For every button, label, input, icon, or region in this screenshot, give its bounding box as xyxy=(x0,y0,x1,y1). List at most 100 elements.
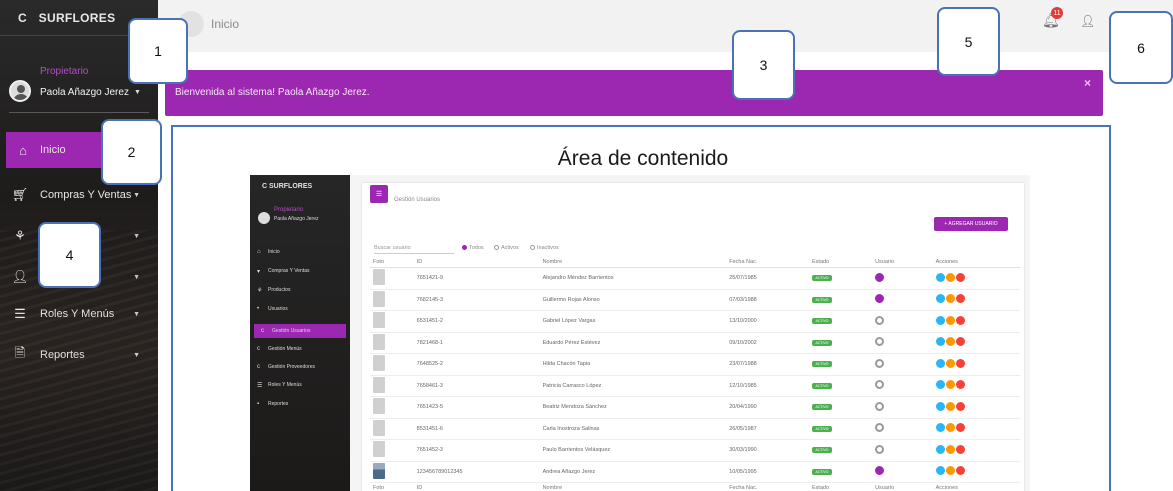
delete-icon[interactable] xyxy=(955,337,965,347)
preview-nav-item[interactable]: ☰ Roles Y Menús xyxy=(250,378,350,392)
preview-nav-item[interactable]: c Gestión Proveedores xyxy=(250,360,350,374)
user-menu-icon[interactable]: 👤︎ xyxy=(1080,14,1095,28)
preview-nav-label: Gestión Proveedores xyxy=(268,364,315,370)
filter-activos[interactable]: Activos xyxy=(494,245,519,251)
column-header[interactable]: Fecha Nac. xyxy=(726,257,809,268)
column-header[interactable]: Usuario xyxy=(872,257,933,268)
user-status-icon[interactable] xyxy=(875,466,885,476)
close-icon[interactable]: × xyxy=(1084,76,1091,90)
user-photo xyxy=(373,355,385,372)
cell-actions xyxy=(932,418,1020,440)
table-row: 7651452-3 Paulo Barrientos Velásquez 30/03… xyxy=(370,439,1020,462)
edit-icon[interactable] xyxy=(945,358,955,368)
edit-icon[interactable] xyxy=(945,315,955,325)
edit-icon[interactable] xyxy=(945,401,955,411)
view-icon[interactable] xyxy=(935,337,945,347)
cell-user xyxy=(872,267,933,290)
preview-nav-item[interactable]: ⚘ Productos xyxy=(250,283,350,297)
column-header[interactable]: Foto xyxy=(370,257,414,268)
delete-icon[interactable] xyxy=(955,272,965,282)
user-status-icon[interactable] xyxy=(875,315,885,325)
column-header[interactable]: ID xyxy=(413,257,540,268)
view-icon[interactable] xyxy=(935,466,945,476)
home-icon: ⌂ xyxy=(19,142,27,158)
edit-icon[interactable] xyxy=(945,294,955,304)
preview-nav-label: Productos xyxy=(268,287,291,293)
sidebar-item-reportes[interactable]: 🗎︎ Reportes ▼ xyxy=(0,337,158,373)
cell-user xyxy=(872,396,933,419)
view-icon[interactable] xyxy=(935,380,945,390)
search-input[interactable]: Buscar usuario xyxy=(374,245,454,254)
user-status-icon[interactable] xyxy=(875,380,885,390)
table-row: 8531451-6 Carla Inostroza Salinas 26/05/19… xyxy=(370,418,1020,440)
cell-photo xyxy=(370,439,414,462)
cell-actions xyxy=(932,353,1020,376)
cell-name: Gabriel López Vargas xyxy=(539,310,727,333)
delete-icon[interactable] xyxy=(955,423,965,433)
cell-name: Andrea Añazgo Jerez xyxy=(539,461,727,483)
cell-state: ACTIVO xyxy=(809,375,873,397)
delete-icon[interactable] xyxy=(955,358,965,368)
cell-photo xyxy=(370,353,414,376)
user-status-icon[interactable] xyxy=(875,294,885,304)
sidebar-item-label: Reportes xyxy=(40,349,85,361)
edit-icon[interactable] xyxy=(945,466,955,476)
cell-user xyxy=(872,289,933,311)
delete-icon[interactable] xyxy=(955,315,965,325)
user-status-icon[interactable] xyxy=(875,444,885,454)
user-status-icon[interactable] xyxy=(875,272,885,282)
view-icon[interactable] xyxy=(935,401,945,411)
filter-todos[interactable]: Todos xyxy=(462,245,484,251)
delete-icon[interactable] xyxy=(955,294,965,304)
preview-header-icon: ☰ xyxy=(370,185,388,203)
cell-actions xyxy=(932,375,1020,397)
edit-icon[interactable] xyxy=(945,337,955,347)
filter-label: Activos xyxy=(501,245,519,251)
cell-name: Alejandro Méndez Barrientos xyxy=(539,267,727,290)
cell-date: 25/07/1985 xyxy=(726,267,809,290)
view-icon[interactable] xyxy=(935,272,945,282)
preview-nav-item[interactable]: ⌂ Inicio xyxy=(250,245,350,259)
edit-icon[interactable] xyxy=(945,423,955,433)
status-badge: ACTIVO xyxy=(812,447,832,454)
chevron-down-icon[interactable]: ▼ xyxy=(134,89,141,96)
sidebar-item-roles-menus[interactable]: ☰ Roles Y Menús ▼ xyxy=(0,296,158,332)
column-header[interactable]: Acciones xyxy=(932,257,1020,268)
user-photo xyxy=(373,269,385,286)
delete-icon[interactable] xyxy=(955,466,965,476)
edit-icon[interactable] xyxy=(945,380,955,390)
column-header[interactable]: Estado xyxy=(809,257,873,268)
cell-name: Carla Inostroza Salinas xyxy=(539,418,727,440)
view-icon[interactable] xyxy=(935,358,945,368)
delete-icon[interactable] xyxy=(955,401,965,411)
user-status-icon[interactable] xyxy=(875,337,885,347)
delete-icon[interactable] xyxy=(955,444,965,454)
user-status-icon[interactable] xyxy=(875,401,885,411)
cell-state: ACTIVO xyxy=(809,439,873,462)
cell-id: 7658461-3 xyxy=(413,375,540,397)
preview-nav-item[interactable]: • Usuarios xyxy=(250,302,350,316)
user-status-icon[interactable] xyxy=(875,358,885,368)
user-status-icon[interactable] xyxy=(875,423,885,433)
add-user-button[interactable]: + AGREGAR USUARIO xyxy=(934,217,1008,231)
view-icon[interactable] xyxy=(935,444,945,454)
table-body: 7651421-9 Alejandro Méndez Barrientos 25/0… xyxy=(370,267,1020,483)
filter-inactivos[interactable]: Inactivos xyxy=(530,245,559,251)
delete-icon[interactable] xyxy=(955,380,965,390)
preview-nav-item[interactable]: ▾ Compras Y Ventas xyxy=(250,264,350,278)
cell-date: 07/03/1988 xyxy=(726,289,809,311)
preview-nav-item[interactable]: c Gestión Usuarios xyxy=(254,324,346,338)
user-photo xyxy=(373,462,385,479)
cell-actions xyxy=(932,267,1020,290)
view-icon[interactable] xyxy=(935,294,945,304)
view-icon[interactable] xyxy=(935,423,945,433)
preview-nav-item[interactable]: ▪ Reportes xyxy=(250,397,350,411)
callout-6: 6 xyxy=(1109,11,1173,84)
view-icon[interactable] xyxy=(935,315,945,325)
edit-icon[interactable] xyxy=(945,272,955,282)
preview-nav-item[interactable]: c Gestión Menús xyxy=(250,342,350,356)
column-header[interactable]: Nombre xyxy=(539,257,727,268)
edit-icon[interactable] xyxy=(945,444,955,454)
app-root: C SURFLORES Propietario Paola Añazgo Jer… xyxy=(0,0,1173,491)
user-photo xyxy=(373,376,385,393)
